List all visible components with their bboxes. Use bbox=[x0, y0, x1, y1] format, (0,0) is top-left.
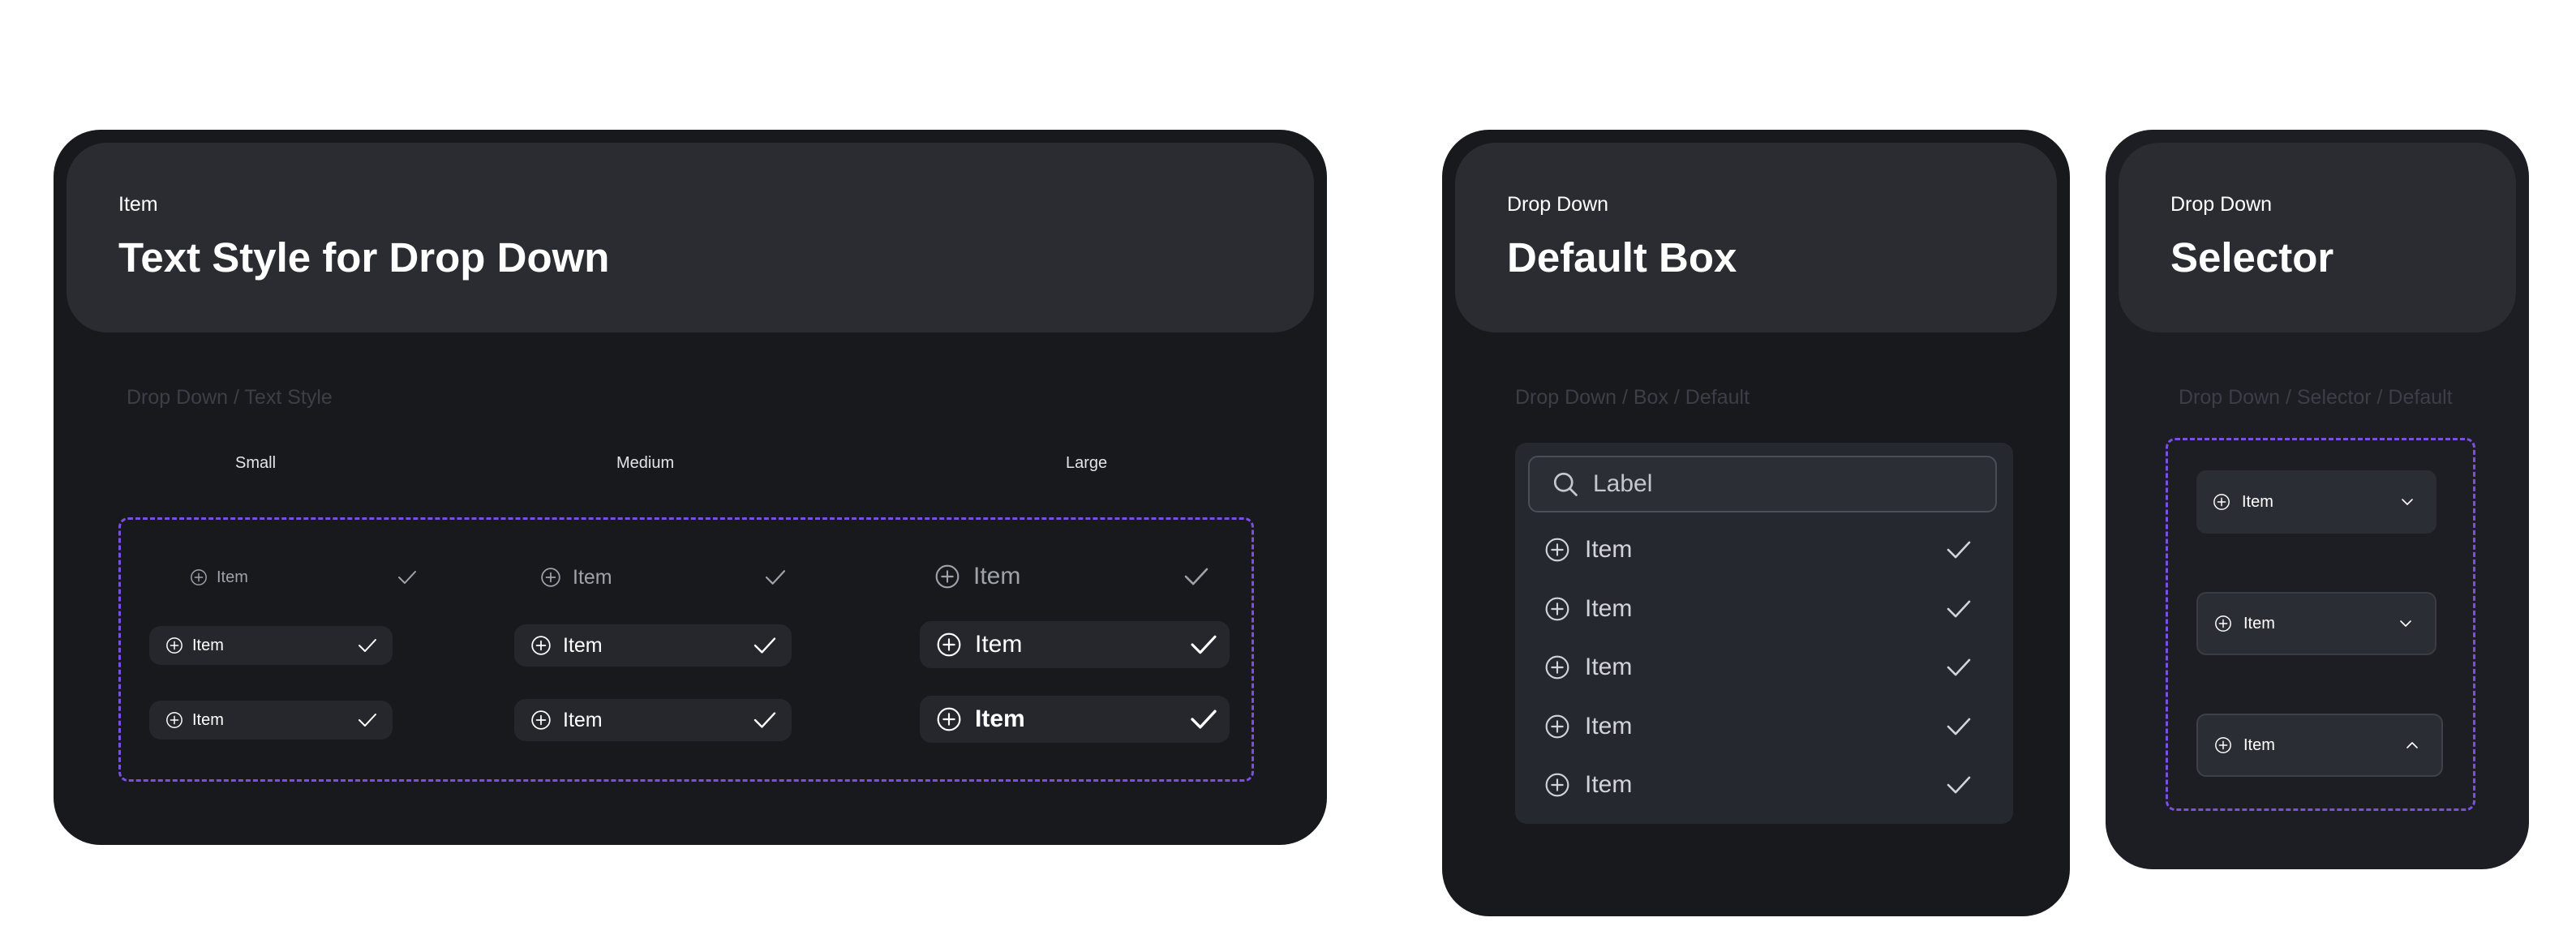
item-row-large-highlighted[interactable]: Item bbox=[920, 621, 1230, 668]
item-row-small-highlighted[interactable]: Item bbox=[149, 626, 393, 665]
plus-circle-icon bbox=[937, 632, 961, 657]
item-label: Item bbox=[2243, 614, 2275, 632]
plus-circle-icon bbox=[2215, 737, 2231, 753]
check-icon bbox=[753, 712, 776, 728]
section-label: Drop Down / Text Style bbox=[127, 386, 333, 409]
column-label-medium: Medium bbox=[616, 454, 675, 472]
plus-circle-icon bbox=[531, 636, 551, 655]
dropdown-box: Label Item Item Item Item Item bbox=[1515, 443, 2013, 824]
item-label: Item bbox=[973, 563, 1021, 590]
card-eyebrow: Drop Down bbox=[2170, 193, 2273, 216]
item-row-large[interactable]: Item bbox=[918, 553, 1226, 600]
item-label: Item bbox=[217, 568, 248, 586]
column-label-large: Large bbox=[1066, 454, 1108, 472]
card-eyebrow: Drop Down bbox=[1507, 193, 1609, 216]
plus-circle-icon bbox=[541, 568, 560, 587]
check-icon bbox=[358, 639, 376, 652]
item-label: Item bbox=[2242, 492, 2273, 511]
selector-open[interactable]: Item bbox=[2196, 714, 2443, 777]
check-icon bbox=[753, 637, 776, 654]
card-title: Default Box bbox=[1507, 234, 1737, 281]
text-style-card: Item Text Style for Drop Down Drop Down … bbox=[54, 130, 1327, 845]
card-title: Text Style for Drop Down bbox=[118, 234, 610, 281]
item-label: Item bbox=[573, 565, 612, 589]
section-label: Drop Down / Box / Default bbox=[1515, 386, 1750, 409]
check-icon bbox=[1191, 635, 1217, 654]
card-title: Selector bbox=[2170, 234, 2334, 281]
check-icon bbox=[1947, 541, 1971, 559]
default-box-card: Drop Down Default Box Drop Down / Box / … bbox=[1442, 130, 2070, 916]
dropdown-item[interactable]: Item bbox=[1544, 651, 1973, 684]
plus-circle-icon bbox=[2213, 494, 2230, 510]
chevron-down-icon bbox=[2400, 620, 2411, 627]
check-icon bbox=[1947, 600, 1971, 618]
plus-circle-icon bbox=[937, 707, 961, 731]
item-label: Item bbox=[563, 633, 603, 657]
search-icon bbox=[1553, 472, 1578, 496]
item-row-large-selected[interactable]: Item bbox=[920, 696, 1230, 743]
search-placeholder: Label bbox=[1593, 470, 1653, 497]
item-row-medium[interactable]: Item bbox=[524, 556, 803, 598]
check-icon bbox=[1947, 776, 1971, 794]
item-row-medium-highlighted[interactable]: Item bbox=[514, 624, 792, 667]
card-eyebrow: Item bbox=[118, 193, 158, 216]
item-row-medium-selected[interactable]: Item bbox=[514, 699, 792, 741]
selector-hover[interactable]: Item bbox=[2196, 592, 2436, 655]
chevron-down-icon bbox=[2402, 499, 2413, 505]
check-icon bbox=[398, 571, 416, 584]
check-icon bbox=[1191, 710, 1217, 729]
plus-circle-icon bbox=[2215, 615, 2231, 632]
item-label: Item bbox=[975, 705, 1025, 732]
selector-card: Drop Down Selector Drop Down / Selector … bbox=[2106, 130, 2529, 869]
item-row-small-selected[interactable]: Item bbox=[149, 701, 393, 740]
item-label: Item bbox=[563, 708, 603, 731]
plus-circle-icon bbox=[1545, 538, 1569, 562]
search-field[interactable]: Label bbox=[1528, 456, 1997, 512]
plus-circle-icon bbox=[935, 564, 960, 589]
column-label-small: Small bbox=[235, 454, 277, 472]
check-icon bbox=[358, 714, 376, 727]
item-label: Item bbox=[975, 631, 1023, 658]
plus-circle-icon bbox=[166, 712, 182, 728]
check-icon bbox=[765, 570, 786, 585]
selector-default[interactable]: Item bbox=[2196, 470, 2436, 534]
item-label: Item bbox=[1585, 595, 1633, 622]
chevron-up-icon bbox=[2406, 742, 2418, 748]
item-label: Item bbox=[1585, 536, 1633, 563]
plus-circle-icon bbox=[531, 710, 551, 730]
item-row-small[interactable]: Item bbox=[164, 558, 431, 597]
item-label: Item bbox=[192, 636, 224, 654]
check-icon bbox=[1184, 568, 1209, 585]
plus-circle-icon bbox=[1545, 714, 1569, 739]
item-label: Item bbox=[1585, 654, 1633, 680]
dropdown-item[interactable]: Item bbox=[1544, 710, 1973, 743]
plus-circle-icon bbox=[1545, 597, 1569, 621]
plus-circle-icon bbox=[1545, 773, 1569, 797]
section-label: Drop Down / Selector / Default bbox=[2179, 386, 2453, 409]
plus-circle-icon bbox=[166, 637, 182, 654]
plus-circle-icon bbox=[191, 569, 207, 585]
item-label: Item bbox=[192, 710, 224, 729]
card-header: Item Text Style for Drop Down bbox=[67, 143, 1314, 332]
item-label: Item bbox=[1585, 771, 1633, 798]
dropdown-item[interactable]: Item bbox=[1544, 534, 1973, 566]
card-header: Drop Down Default Box bbox=[1455, 143, 2057, 332]
check-icon bbox=[1947, 718, 1971, 735]
dropdown-item[interactable]: Item bbox=[1544, 593, 1973, 625]
card-header: Drop Down Selector bbox=[2119, 143, 2516, 332]
check-icon bbox=[1947, 658, 1971, 676]
item-label: Item bbox=[2243, 735, 2275, 754]
plus-circle-icon bbox=[1545, 655, 1569, 680]
dropdown-item[interactable]: Item bbox=[1544, 769, 1973, 801]
item-label: Item bbox=[1585, 713, 1633, 740]
